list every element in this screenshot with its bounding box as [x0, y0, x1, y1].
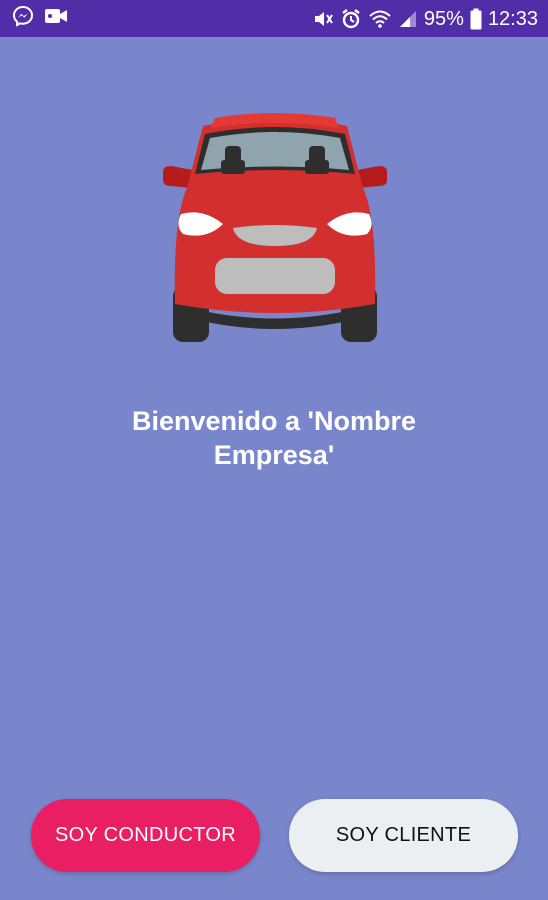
signal-icon [398, 9, 418, 29]
status-time: 12:33 [487, 7, 538, 30]
status-bar-right: 95% 12:33 [312, 8, 538, 30]
welcome-title: Bienvenido a 'Nombre Empresa' [132, 406, 416, 470]
wifi-icon [368, 9, 392, 29]
status-bar: 95% 12:33 [0, 0, 548, 37]
driver-button[interactable]: SOY CONDUCTOR [31, 799, 260, 872]
mute-vibrate-icon [312, 9, 334, 29]
alarm-icon [340, 8, 362, 30]
messenger-icon [12, 5, 34, 32]
red-car-icon [155, 108, 395, 348]
welcome-screen: 95% 12:33 Bienvenido a 'Nombre Empresa' … [0, 0, 548, 900]
status-bar-left [12, 5, 68, 32]
client-button[interactable]: SOY CLIENTE [289, 799, 518, 872]
battery-percent: 95% [423, 7, 464, 30]
battery-icon [470, 8, 482, 30]
video-camera-icon [44, 7, 68, 30]
